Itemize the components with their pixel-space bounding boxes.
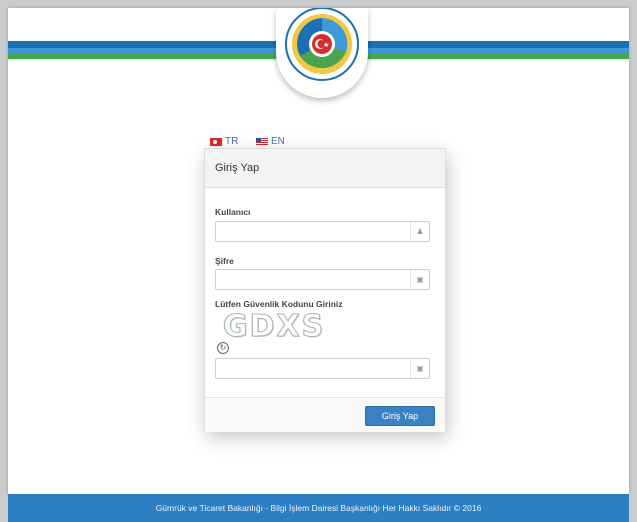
language-en-label: EN — [271, 136, 285, 147]
refresh-icon[interactable]: ↻ — [217, 342, 229, 354]
language-tr-link[interactable]: TR — [210, 136, 238, 147]
captcha-code: GDXS — [222, 309, 326, 345]
footer-copyright-text: Gümrük ve Ticaret Bakanlığı - Bilgi İşle… — [155, 503, 482, 513]
turkey-flag-icon — [210, 137, 222, 146]
password-field-group: ▣ — [215, 269, 430, 290]
username-input[interactable] — [216, 223, 414, 241]
captcha-field-group: ▣ — [215, 358, 430, 379]
login-panel-footer: Giriş Yap — [205, 397, 445, 432]
lock-icon: ▣ — [410, 270, 429, 289]
captcha-label: Lütfen Güvenlik Kodunu Giriniz — [215, 299, 343, 309]
emblem-badge — [276, 8, 368, 98]
ministry-emblem-icon — [285, 8, 359, 81]
page-footer: Gümrük ve Ticaret Bakanlığı - Bilgi İşle… — [8, 494, 629, 522]
username-field-group: ♟ — [215, 221, 430, 242]
username-label: Kullanıcı — [215, 207, 251, 217]
captcha-image: GDXS — [222, 309, 353, 345]
login-panel: Giriş Yap Kullanıcı ♟ Şifre ▣ Lütfen Güv… — [204, 148, 446, 432]
language-tr-label: TR — [225, 136, 239, 147]
captcha-input[interactable] — [216, 360, 414, 378]
usa-flag-icon — [256, 137, 268, 146]
login-title: Giriş Yap — [215, 162, 260, 174]
login-submit-button[interactable]: Giriş Yap — [365, 406, 435, 426]
language-en-link[interactable]: EN — [256, 136, 285, 147]
lock-icon: ▣ — [410, 359, 429, 378]
user-icon: ♟ — [410, 222, 429, 241]
login-panel-header: Giriş Yap — [205, 149, 445, 188]
browser-page: TR EN Giriş Yap Kullanıcı ♟ Şifre ▣ Lütf… — [8, 8, 629, 494]
password-label: Şifre — [215, 256, 234, 266]
password-input[interactable] — [216, 271, 414, 289]
